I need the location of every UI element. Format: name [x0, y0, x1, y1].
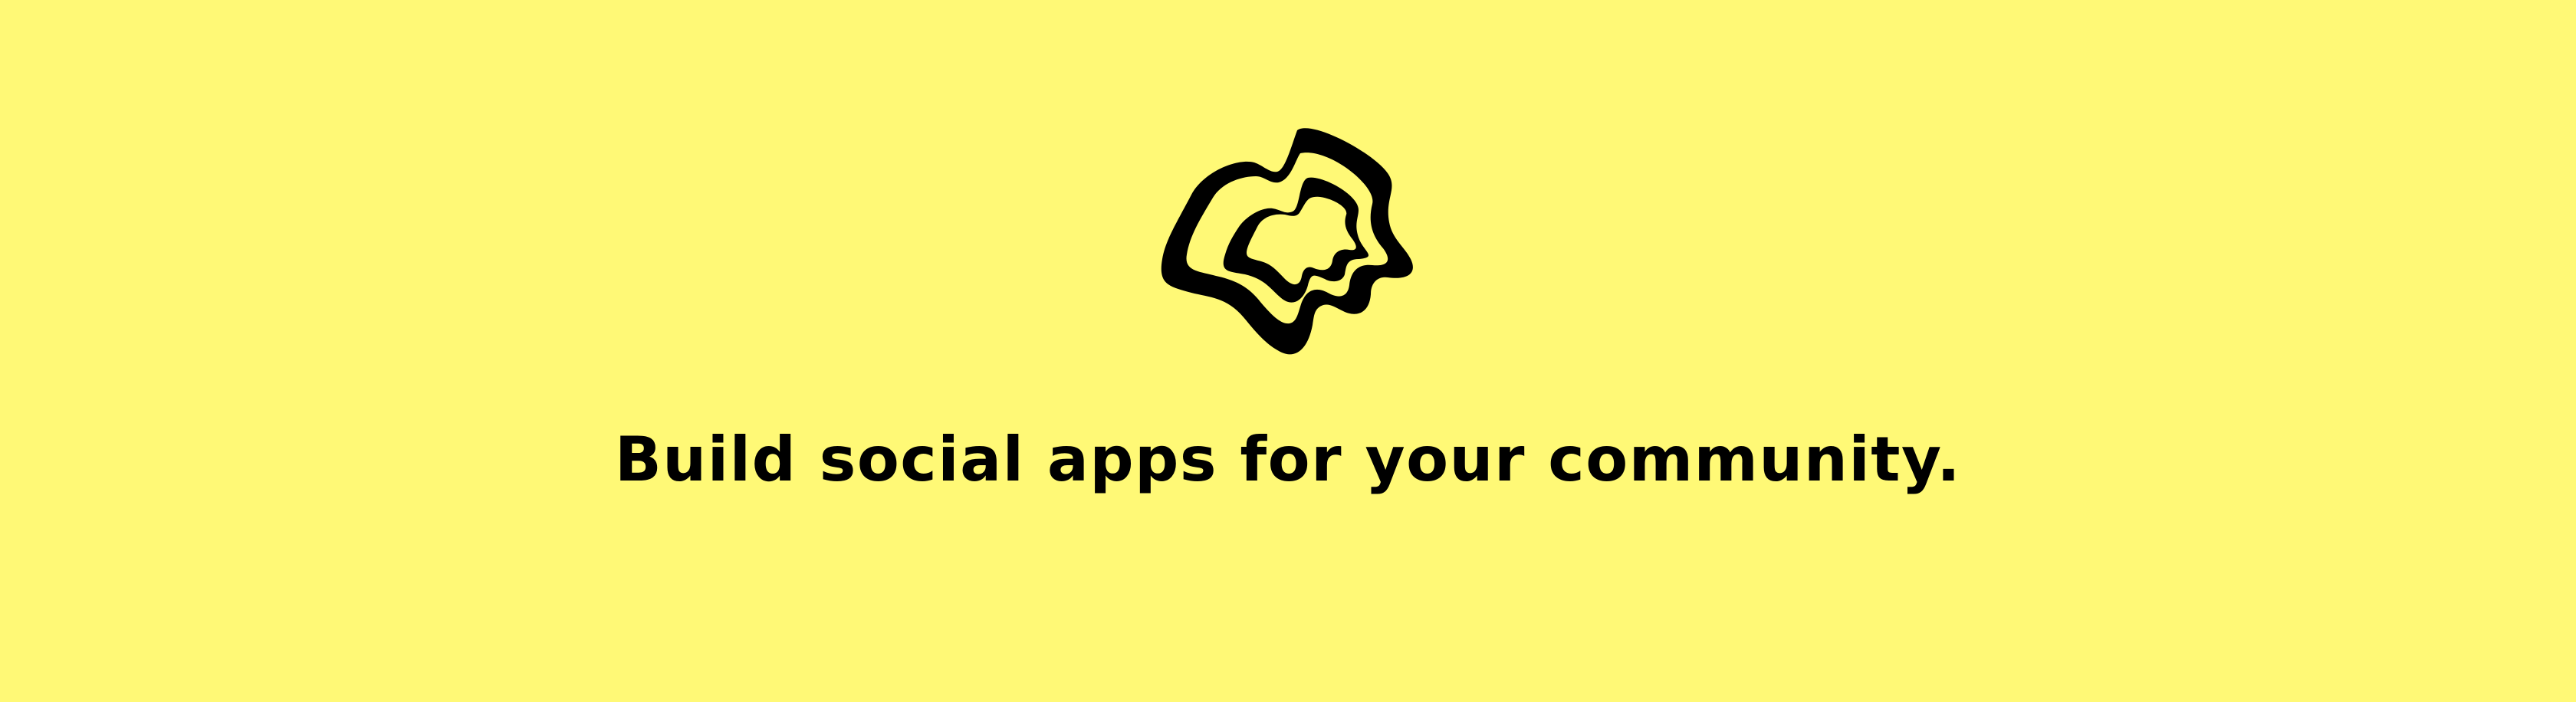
tagline-heading: Build social apps for your community. [614, 424, 1962, 495]
blob-swirl-logo-icon [1158, 124, 1418, 359]
hero-banner: Build social apps for your community. [0, 0, 2576, 702]
